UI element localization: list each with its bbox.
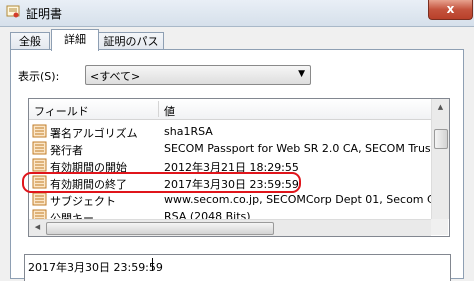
tab-general[interactable]: 全般 <box>10 32 50 50</box>
table-row[interactable]: サブジェクト www.secom.co.jp, SECOMCorp Dept 0… <box>29 191 449 208</box>
certificate-icon <box>6 5 20 18</box>
window-title: 証明書 <box>26 7 63 21</box>
detail-textbox[interactable]: 2017年3月30日 23:59:59 <box>24 254 451 281</box>
horizontal-scroll-thumb[interactable] <box>46 222 274 235</box>
field-name: 署名アルゴリズム <box>50 127 138 140</box>
close-button[interactable]: x <box>428 0 473 20</box>
certificate-field-icon <box>32 158 47 172</box>
table-row[interactable]: 発行者 SECOM Passport for Web SR 2.0 CA, SE… <box>29 140 435 157</box>
vertical-scrollbar[interactable]: ▲ <box>431 99 449 219</box>
horizontal-scrollbar[interactable]: ◀ <box>29 219 431 236</box>
scrollbar-corner <box>431 219 448 235</box>
column-header-value[interactable]: 値 <box>164 103 175 119</box>
show-select[interactable]: <すべて> ▼ <box>85 65 311 85</box>
text-caret <box>152 258 153 271</box>
field-name: 発行者 <box>50 144 83 157</box>
highlight-annotation <box>22 172 301 193</box>
certificate-field-icon <box>32 192 47 206</box>
field-value: www.secom.co.jp, SECOMCorp Dept 01, Seco… <box>164 193 450 206</box>
column-divider[interactable] <box>158 101 159 117</box>
scroll-left-icon[interactable]: ◀ <box>30 220 45 235</box>
table-row[interactable]: 署名アルゴリズム sha1RSA <box>29 123 431 140</box>
field-value: SECOM Passport for Web SR 2.0 CA, SECOM … <box>164 142 435 155</box>
scroll-up-icon[interactable]: ▲ <box>433 100 448 115</box>
tab-certification-path[interactable]: 証明のパス <box>98 32 164 50</box>
show-select-value: <すべて> <box>90 70 141 83</box>
certificate-field-icon <box>32 141 47 155</box>
detail-text: 2017年3月30日 23:59:59 <box>28 261 163 274</box>
scroll-thumb[interactable] <box>434 129 448 149</box>
certificate-field-icon <box>32 124 47 138</box>
field-name: サブジェクト <box>50 195 116 208</box>
column-header-field[interactable]: フィールド <box>34 103 89 119</box>
field-table[interactable]: フィールド 値 署名アルゴリズム sha1RSA 発行者 SECOM Passp… <box>28 98 450 237</box>
table-header: フィールド 値 <box>29 99 431 120</box>
field-value: sha1RSA <box>164 125 213 138</box>
show-label: 表示(S): <box>18 70 60 83</box>
title-bar: 証明書 x <box>0 0 474 27</box>
chevron-down-icon: ▼ <box>298 69 305 79</box>
tab-details[interactable]: 詳細 <box>51 29 99 51</box>
